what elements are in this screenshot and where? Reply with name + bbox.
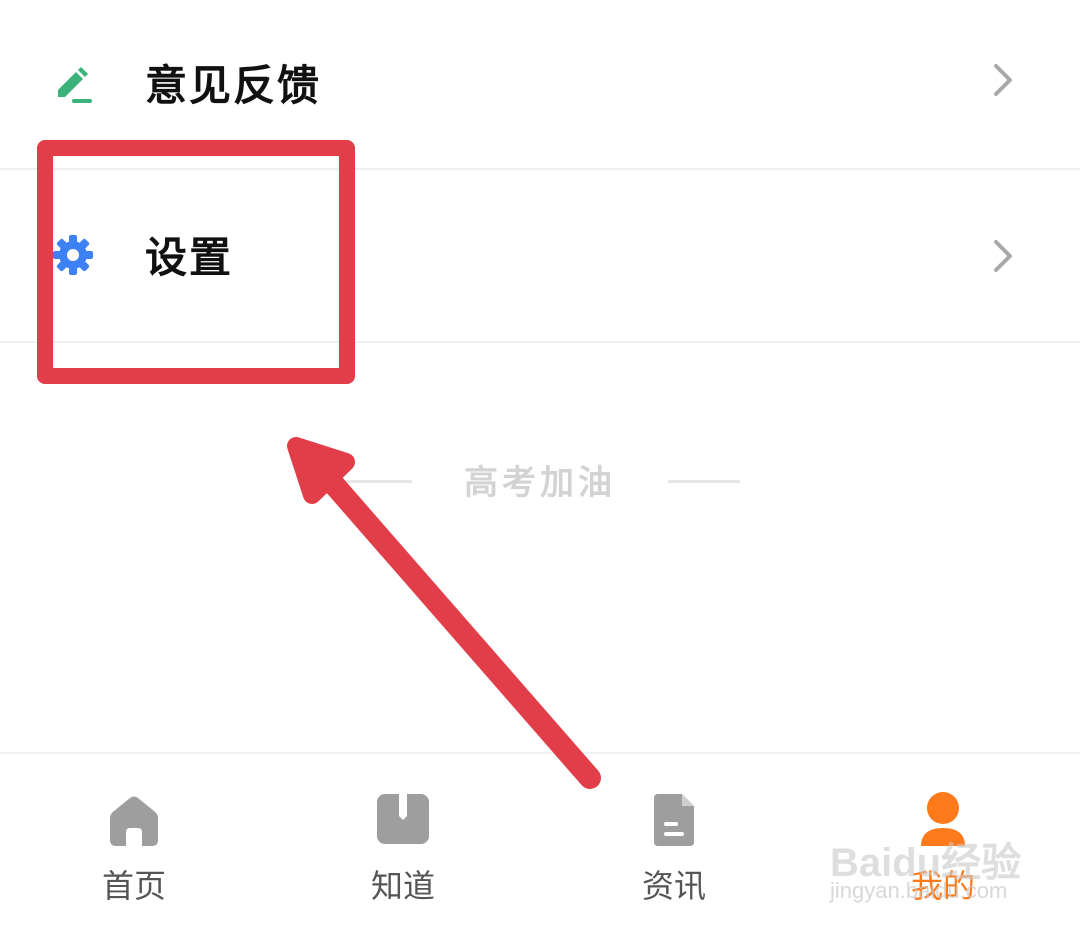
chevron-right-icon [994, 64, 1012, 96]
slogan-divider: 高考加油 [0, 458, 1080, 508]
tab-zhidao[interactable]: 知道 [303, 784, 503, 914]
slogan-text: 高考加油 [464, 463, 616, 503]
tab-home[interactable]: 首页 [34, 784, 234, 914]
tab-label: 首页 [101, 867, 166, 905]
watermark-url: jingyan.baidu.com [830, 878, 1008, 903]
chevron-right-icon [994, 240, 1012, 272]
divider-line [668, 480, 740, 483]
annotation-highlight-box [37, 140, 355, 384]
divider-line [340, 480, 412, 483]
home-icon [110, 796, 158, 846]
tab-label: 知道 [370, 867, 435, 905]
watermark-logo: Baidu经验 jingyan.baidu.com [830, 830, 1030, 910]
tab-news[interactable]: 资讯 [574, 784, 774, 914]
document-icon [654, 794, 694, 846]
pencil-icon [58, 67, 92, 103]
book-icon [377, 794, 429, 844]
tab-label: 资讯 [641, 867, 706, 905]
menu-item-label: 意见反馈 [145, 61, 322, 110]
